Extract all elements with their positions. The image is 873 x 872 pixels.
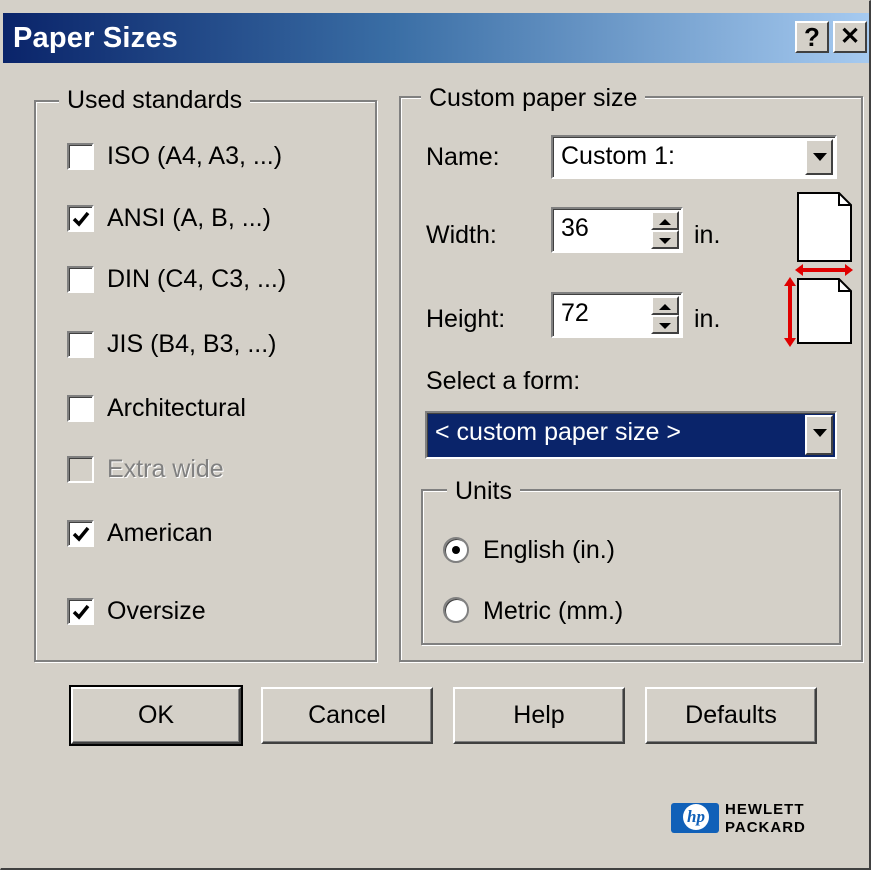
chevron-down-icon [813,429,827,437]
check-icon [72,526,90,542]
hp-logo-mark: hp [683,804,709,830]
checkbox-label: ANSI (A, B, ...) [107,204,271,232]
checkbox-box[interactable] [67,205,94,232]
radio-selected-dot [452,546,460,554]
brand-line-2: PACKARD [725,819,806,836]
chevron-up-icon [659,219,671,225]
height-unit: in. [694,305,721,333]
checkbox-box[interactable] [67,520,94,547]
spin-down-button[interactable] [651,315,679,334]
form-value: < custom paper size > [435,418,681,446]
used-standards-legend: Used standards [59,85,251,115]
spin-up-button[interactable] [651,296,679,315]
radio-button[interactable] [443,537,469,563]
height-label: Height: [426,305,506,333]
title-bar[interactable]: Paper Sizes ? ✕ [3,13,869,63]
name-label: Name: [426,143,500,171]
width-unit: in. [694,221,721,249]
help-button[interactable]: Help [453,687,625,744]
brand-line-1: HEWLETT [725,801,805,818]
radio-button[interactable] [443,597,469,623]
form-dropdown-button[interactable] [805,415,833,455]
close-icon: ✕ [839,23,861,50]
check-icon [72,211,90,227]
checkbox-label: ISO (A4, A3, ...) [107,142,283,170]
paper-dimension-icon [784,192,853,347]
checkbox-box[interactable] [67,143,94,170]
checkbox-label: Oversize [107,597,206,625]
checkbox-box[interactable] [67,266,94,293]
checkbox-label: American [107,519,213,547]
chevron-down-icon [659,238,671,244]
radio-label: Metric (mm.) [483,597,624,625]
checkbox-box [67,456,94,483]
units-legend: Units [447,476,520,506]
select-form-label: Select a form: [426,367,581,395]
width-value: 36 [561,214,589,242]
name-dropdown-button[interactable] [805,139,833,175]
spin-down-button[interactable] [651,230,679,249]
spin-up-button[interactable] [651,211,679,230]
custom-paper-size-legend: Custom paper size [421,83,646,113]
window-title: Paper Sizes [13,22,179,54]
width-input[interactable]: 36 [551,207,683,253]
checkbox-label: Extra wide [107,455,224,483]
defaults-button[interactable]: Defaults [645,687,817,744]
height-input[interactable]: 72 [551,292,683,338]
height-spinner[interactable] [651,296,679,334]
name-value: Custom 1: [561,142,675,170]
form-combobox[interactable]: < custom paper size > [425,411,837,459]
check-icon [72,604,90,620]
hp-logo-icon: hp [671,803,719,833]
cancel-button[interactable]: Cancel [261,687,433,744]
width-label: Width: [426,221,497,249]
used-standards-group [34,100,377,662]
checkbox-label: DIN (C4, C3, ...) [107,265,287,293]
checkbox-box[interactable] [67,395,94,422]
help-title-button[interactable]: ? [795,21,829,53]
checkbox-box[interactable] [67,331,94,358]
paper-sizes-dialog: Paper Sizes ? ✕ Used standards ISO (A4, … [0,0,871,870]
chevron-down-icon [659,323,671,329]
checkbox-box[interactable] [67,598,94,625]
close-button[interactable]: ✕ [833,21,867,53]
checkbox-label: Architectural [107,394,246,422]
ok-button[interactable]: OK [69,685,243,746]
height-value: 72 [561,299,589,327]
name-combobox[interactable]: Custom 1: [551,135,837,179]
chevron-down-icon [813,153,827,161]
width-spinner[interactable] [651,211,679,249]
checkbox-label: JIS (B4, B3, ...) [107,330,277,358]
chevron-up-icon [659,304,671,310]
radio-label: English (in.) [483,536,615,564]
